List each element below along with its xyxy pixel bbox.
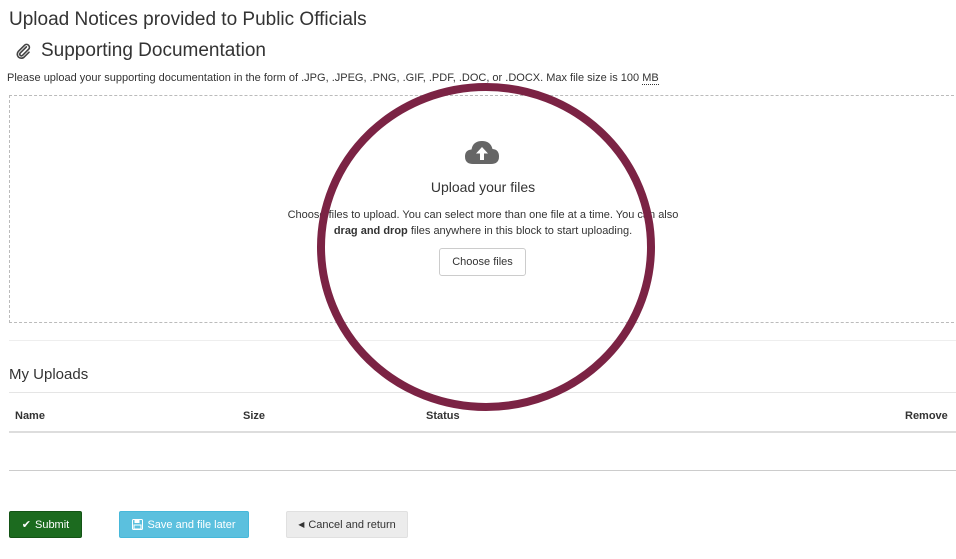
section-title-text: Supporting Documentation — [41, 40, 266, 61]
file-size-unit: MB — [642, 72, 659, 85]
section-title: Supporting Documentation — [14, 40, 266, 62]
section-divider — [9, 340, 956, 341]
submit-label: Submit — [34, 518, 70, 531]
dropzone-description-line2: drag and drop files anywhere in this blo… — [0, 225, 956, 237]
dropzone-description-line2-rest: files anywhere in this block to start up… — [407, 225, 633, 237]
help-text: Please upload your supporting documentat… — [7, 72, 659, 85]
dropzone-description-line1: Choose files to upload. You can select m… — [287, 209, 679, 221]
uploads-divider — [9, 392, 956, 393]
column-header-name: Name — [15, 410, 45, 422]
column-header-status: Status — [426, 410, 460, 422]
checkmark-icon: ✔ — [21, 519, 31, 531]
drag-and-drop-text: drag and drop — [333, 225, 408, 237]
table-header-divider — [9, 431, 956, 433]
choose-files-button[interactable]: Choose files — [439, 248, 526, 276]
paperclip-icon — [16, 43, 31, 60]
cloud-upload-icon — [465, 141, 499, 164]
save-label: Save and file later — [147, 518, 236, 531]
column-header-size: Size — [243, 410, 266, 422]
save-and-file-later-button[interactable]: Save and file later — [119, 511, 249, 538]
cancel-label: Cancel and return — [308, 518, 396, 531]
dropzone-title: Upload your files — [430, 179, 536, 195]
help-text-body: Please upload your supporting documentat… — [7, 72, 643, 84]
page-title: Upload Notices provided to Public Offici… — [9, 9, 367, 30]
cancel-and-return-button[interactable]: ◀ Cancel and return — [286, 511, 408, 538]
my-uploads-heading: My Uploads — [9, 366, 89, 383]
floppy-disk-icon — [132, 519, 144, 530]
caret-left-icon: ◀ — [298, 520, 305, 529]
column-header-remove: Remove — [905, 410, 948, 422]
table-bottom-divider — [9, 470, 956, 471]
submit-button[interactable]: ✔ Submit — [9, 511, 82, 538]
